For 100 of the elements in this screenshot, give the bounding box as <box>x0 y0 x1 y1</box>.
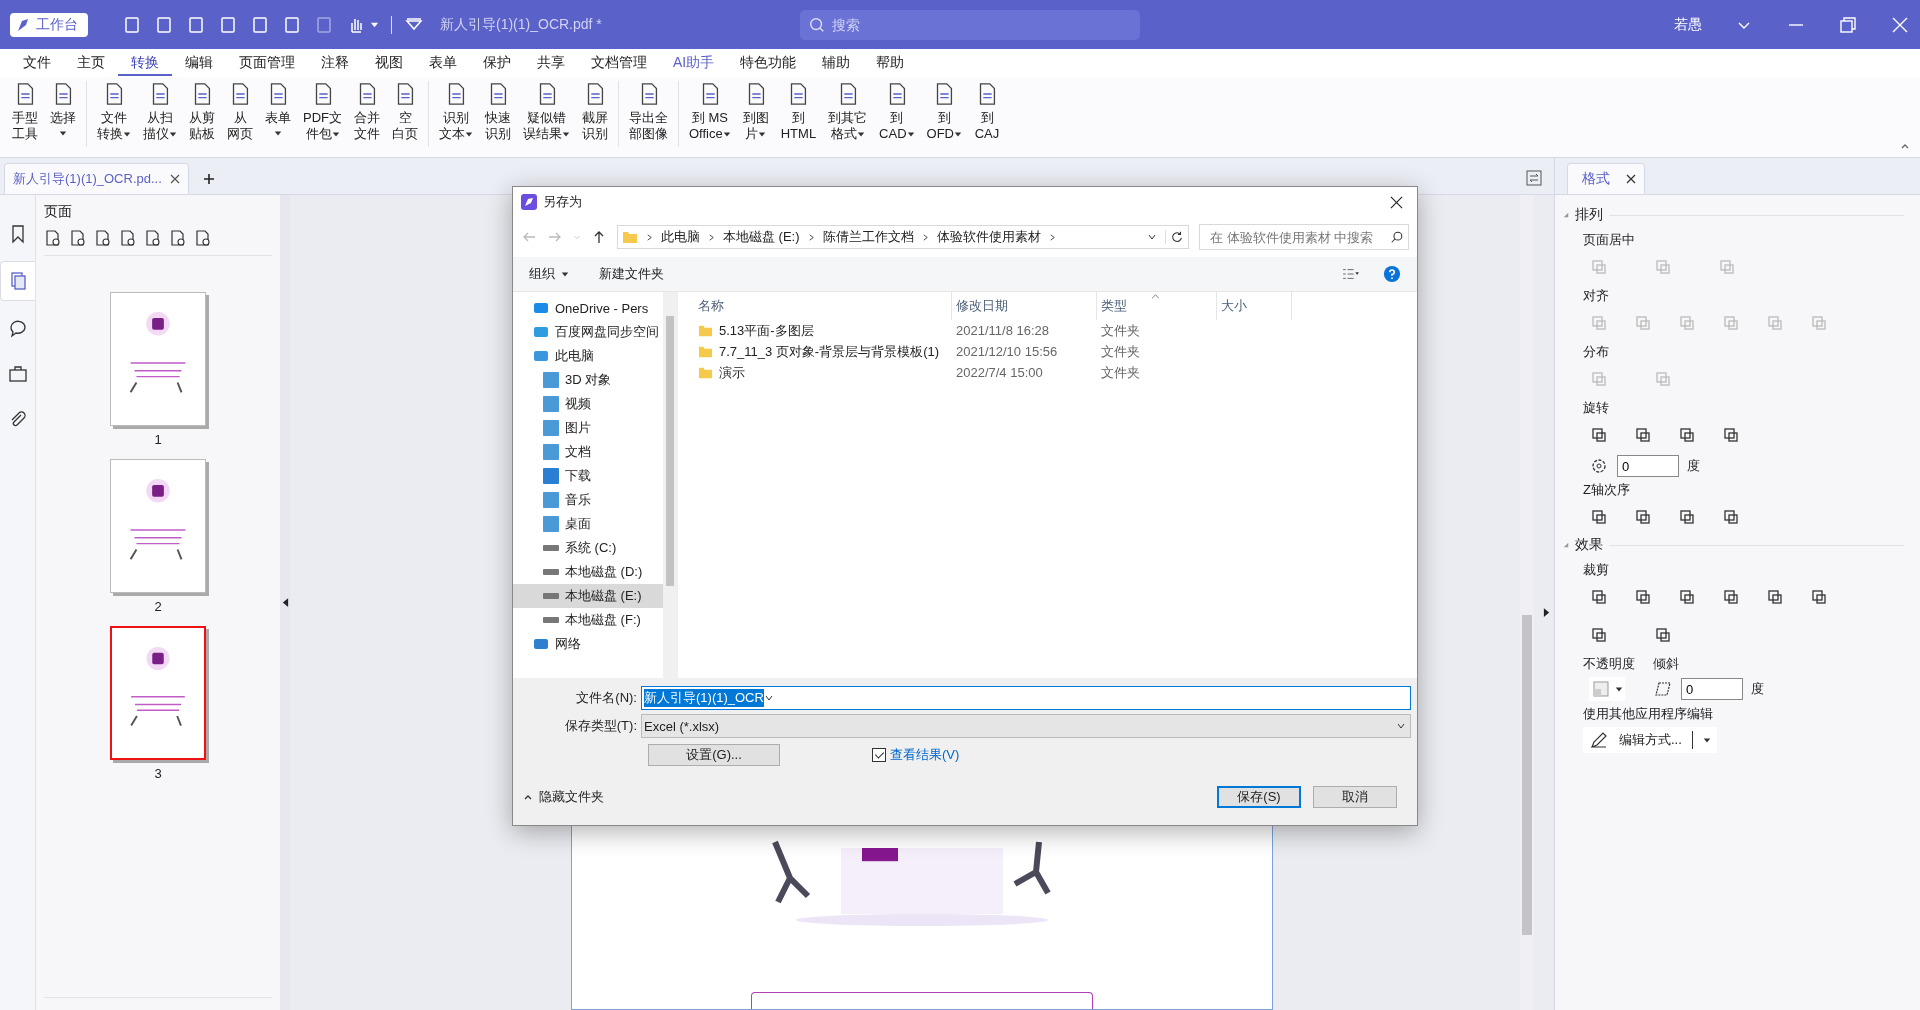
column-header[interactable]: 名称 <box>694 292 952 320</box>
column-header[interactable]: 类型 <box>1097 292 1217 320</box>
save-button[interactable]: 保存(S) <box>1217 786 1301 808</box>
checkbox-label[interactable]: 查看结果(V) <box>890 746 960 764</box>
close-icon[interactable] <box>169 174 180 184</box>
refresh-icon[interactable] <box>1165 230 1184 244</box>
close-icon[interactable] <box>1390 195 1403 209</box>
menu-tab[interactable]: AI助手 <box>660 50 728 76</box>
scroll-bar[interactable] <box>663 292 677 678</box>
collapse-right-icon[interactable] <box>1543 607 1550 618</box>
organize-button[interactable]: 组织 <box>529 265 569 283</box>
nav-item[interactable]: 文档 <box>513 440 663 464</box>
nav-item[interactable]: 网络 <box>513 632 663 656</box>
menu-tab[interactable]: 保护 <box>470 50 524 76</box>
nav-item[interactable]: 下载 <box>513 464 663 488</box>
address-bar[interactable]: 此电脑 本地磁盘 (E:) 陈倩兰工作文档 体验软件使用素材 <box>617 225 1189 249</box>
page-thumbnail[interactable] <box>110 626 206 760</box>
ribbon-button[interactable]: 快速 识别 <box>479 81 517 142</box>
ribbon-button[interactable]: 到 CAJ <box>968 81 1006 142</box>
tool-icon[interactable] <box>1765 587 1785 607</box>
chevron-down-icon[interactable] <box>1396 721 1406 731</box>
tool-icon[interactable] <box>1721 587 1741 607</box>
menu-tab[interactable]: 帮助 <box>863 50 918 76</box>
menu-tab[interactable]: 视图 <box>362 50 416 76</box>
menu-tab[interactable]: 文档管理 <box>578 50 660 76</box>
nav-item[interactable]: 百度网盘同步空间 <box>513 320 663 344</box>
restore-icon[interactable] <box>1838 14 1858 35</box>
ribbon-button[interactable]: 识别 文本 <box>433 81 479 142</box>
ribbon-button[interactable]: 手型 工具 <box>6 81 44 142</box>
user-name[interactable]: 若愚 <box>1674 15 1702 34</box>
file-name-field[interactable]: 新人引导(1)(1)_OCR <box>641 686 1411 710</box>
workspace-button[interactable]: 工作台 <box>10 12 88 37</box>
menu-tab[interactable]: 辅助 <box>809 50 864 76</box>
file-row[interactable]: 7.7_11_3 页对象-背景层与背景模板(1) 2021/12/10 15:56 文件夹 <box>694 341 1417 362</box>
nav-item[interactable]: 3D 对象 <box>513 368 663 392</box>
ribbon-button[interactable]: 到 OFD <box>920 81 968 142</box>
ribbon-button[interactable]: 从扫 描仪 <box>137 81 183 142</box>
ribbon-button[interactable]: 疑似错 误结果 <box>517 81 576 142</box>
tool-icon[interactable] <box>1677 507 1697 527</box>
ribbon-button[interactable]: 选择 <box>44 81 82 137</box>
breadcrumb[interactable]: 此电脑 <box>661 228 700 246</box>
tool-icon[interactable] <box>1653 625 1673 645</box>
nav-item[interactable]: OneDrive - Pers <box>513 296 663 320</box>
menu-tab[interactable]: 页面管理 <box>226 50 308 76</box>
ribbon-button[interactable]: 到 CAD <box>873 81 921 142</box>
tool-icon[interactable] <box>1677 587 1697 607</box>
menu-tab[interactable]: 表单 <box>416 50 470 76</box>
scroll-bar[interactable] <box>1520 195 1534 1010</box>
close-icon[interactable] <box>1626 174 1636 184</box>
help-icon[interactable] <box>1383 265 1401 283</box>
pages-tab[interactable] <box>0 261 35 301</box>
nav-item[interactable]: 音乐 <box>513 488 663 512</box>
tool-icon[interactable] <box>1633 507 1653 527</box>
menu-tab[interactable]: 主页 <box>64 50 118 76</box>
breadcrumb[interactable]: 陈倩兰工作文档 <box>822 228 914 246</box>
nav-item[interactable]: 本地磁盘 (E:) <box>513 584 663 608</box>
menu-tab[interactable]: 编辑 <box>172 50 226 76</box>
ribbon-button[interactable]: 截屏 识别 <box>576 81 614 142</box>
edit-with-button[interactable]: 编辑方式... <box>1583 727 1717 753</box>
settings-button[interactable]: 设置(G)... <box>648 744 780 766</box>
expand-icon[interactable] <box>1563 212 1569 218</box>
chevron-down-icon[interactable] <box>763 693 774 703</box>
expand-icon[interactable] <box>1563 542 1569 548</box>
search-field[interactable]: 搜索 <box>800 9 1140 40</box>
degree-input[interactable]: 0 <box>1617 455 1679 477</box>
format-tab[interactable]: 格式 <box>1567 163 1645 194</box>
document-tab[interactable]: 新人引导(1)(1)_OCR.pd... <box>4 163 189 194</box>
chevron-down-icon[interactable] <box>1147 232 1157 242</box>
ribbon-button[interactable]: 从剪 贴板 <box>183 81 221 142</box>
tool-icon[interactable] <box>1589 625 1609 645</box>
compare-icon[interactable] <box>1526 170 1542 186</box>
tool-icon[interactable] <box>1721 425 1741 445</box>
hide-folders-button[interactable]: 隐藏文件夹 <box>523 788 604 806</box>
file-row[interactable]: 演示 2022/7/4 15:00 文件夹 <box>694 362 1417 383</box>
tool-icon[interactable] <box>1809 587 1829 607</box>
search-field[interactable]: 在 体验软件使用素材 中搜索 <box>1199 224 1409 250</box>
ribbon-button[interactable]: 到 MS Office <box>683 81 737 142</box>
nav-item[interactable]: 视频 <box>513 392 663 416</box>
tool-icon[interactable] <box>1589 587 1609 607</box>
menu-tab[interactable]: 共享 <box>524 50 578 76</box>
page-thumbnail[interactable] <box>110 459 206 593</box>
page-thumbnail[interactable] <box>110 292 206 426</box>
breadcrumb[interactable]: 本地磁盘 (E:) <box>723 228 800 246</box>
nav-item[interactable]: 图片 <box>513 416 663 440</box>
ribbon-button[interactable]: 表单 <box>259 81 297 137</box>
column-header[interactable]: 修改日期 <box>952 292 1097 320</box>
menu-tab[interactable]: 文件 <box>10 50 64 76</box>
tool-icon[interactable] <box>1633 587 1653 607</box>
column-header[interactable]: 大小 <box>1217 292 1292 320</box>
file-row[interactable]: 5.13平面-多图层 2021/11/8 16:28 文件夹 <box>694 320 1417 341</box>
nav-item[interactable]: 此电脑 <box>513 344 663 368</box>
checkbox[interactable] <box>872 748 886 762</box>
ribbon-button[interactable]: PDF文 件包 <box>297 81 348 142</box>
file-type-dropdown[interactable]: Excel (*.xlsx) <box>641 714 1411 738</box>
menu-tab[interactable]: 注释 <box>308 50 362 76</box>
nav-item[interactable]: 本地磁盘 (F:) <box>513 608 663 632</box>
ribbon-button[interactable]: 到其它 格式 <box>822 81 874 142</box>
tool-icon[interactable] <box>1589 425 1609 445</box>
nav-item[interactable]: 本地磁盘 (D:) <box>513 560 663 584</box>
menu-tab[interactable]: 特色功能 <box>727 50 810 76</box>
